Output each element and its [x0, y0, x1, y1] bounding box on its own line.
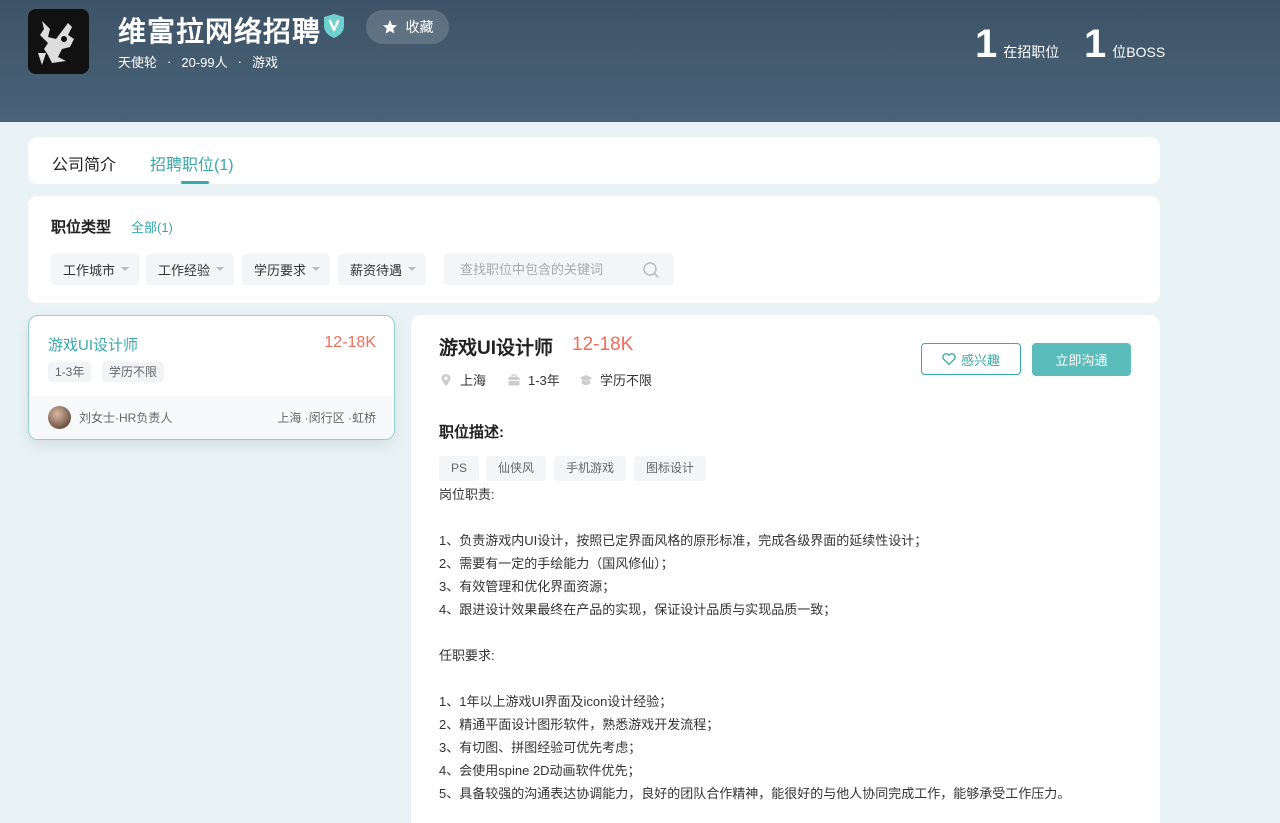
skill-tag: 仙侠风: [486, 456, 547, 481]
industry: 游戏: [251, 55, 278, 70]
job-detail-education-label: 学历不限: [600, 373, 653, 388]
search-icon[interactable]: [642, 261, 660, 279]
tab-active-indicator: [181, 181, 209, 184]
graduation-cap-icon: [579, 374, 593, 385]
company-header: 维富拉网络招聘 收藏 天使轮 · 20-99人 · 游戏 1 在招职位 1 位B…: [0, 0, 1280, 122]
job-detail-experience-label: 1-3年: [528, 373, 560, 388]
job-list-tag: 1-3年: [48, 362, 92, 382]
tab-bar: 公司简介 招聘职位(1): [28, 137, 1160, 184]
description-line: 1、负责游戏内UI设计，按照已定界面风格的原形标准，完成各级界面的延续性设计；: [439, 533, 928, 548]
search-input[interactable]: [444, 254, 634, 285]
chevron-down-icon: [121, 267, 129, 271]
description-line: [439, 667, 1139, 690]
tab-company-intro[interactable]: 公司简介: [52, 151, 116, 175]
funding-stage: 天使轮: [118, 55, 158, 70]
job-detail-title: 游戏UI设计师: [439, 338, 554, 359]
description-line: 2、精通平面设计图形软件，熟悉游戏开发流程；: [439, 717, 720, 732]
job-list-title: 游戏UI设计师: [48, 337, 139, 354]
job-detail-education: 学历不限: [579, 370, 652, 389]
description-line: 4、跟进设计效果最终在产品的实现，保证设计品质与实现品质一致；: [439, 602, 837, 617]
job-detail-experience: 1-3年: [507, 370, 560, 389]
salary-dropdown-label: 薪资待遇: [350, 263, 403, 278]
meta-separator: ·: [167, 54, 172, 69]
company-meta: 天使轮 · 20-99人 · 游戏: [118, 52, 278, 71]
job-list-item[interactable]: 游戏UI设计师 12-18K 1-3年 学历不限 刘女士·HR负责人 上海 ·闵…: [28, 315, 395, 440]
description-line: [439, 506, 1139, 529]
job-list-tag: 学历不限: [102, 362, 165, 382]
city-dropdown-label: 工作城市: [63, 263, 116, 278]
favorite-label: 收藏: [405, 19, 434, 35]
education-dropdown-label: 学历要求: [254, 263, 307, 278]
stat-boss: 1 位BOSS: [1084, 22, 1165, 67]
filter-panel: 职位类型 全部(1) 工作城市 工作经验 学历要求 薪资待遇: [28, 196, 1160, 303]
job-detail-panel: 游戏UI设计师 12-18K 上海 1-3年 学历不限 感兴趣 立即沟通 职位描…: [411, 315, 1160, 823]
recruiter-avatar: [48, 406, 71, 429]
job-detail-city: 上海: [439, 370, 486, 389]
job-list-location: 上海 ·闵行区 ·虹桥: [277, 411, 376, 425]
job-list-footer: 刘女士·HR负责人 上海 ·闵行区 ·虹桥: [29, 395, 394, 439]
description-line: 3、有效管理和优化界面资源；: [439, 579, 616, 594]
stat-boss-label: 位BOSS: [1112, 44, 1166, 60]
tab-jobs[interactable]: 招聘职位(1): [150, 151, 234, 175]
search-box: [444, 254, 674, 285]
company-logo: [28, 9, 89, 74]
company-name: 维富拉网络招聘: [118, 16, 322, 47]
description-line: 5、具备较强的沟通表达协调能力，良好的团队合作精神，能很好的与他人协同完成工作，…: [439, 786, 1071, 801]
stat-boss-count: 1: [1084, 22, 1107, 66]
interest-label: 感兴趣: [960, 352, 1000, 368]
company-size: 20-99人: [181, 55, 228, 70]
chat-now-button[interactable]: 立即沟通: [1032, 343, 1131, 376]
briefcase-icon: [508, 373, 520, 385]
experience-dropdown-label: 工作经验: [158, 263, 211, 278]
education-dropdown[interactable]: 学历要求: [242, 254, 330, 285]
chevron-down-icon: [312, 267, 320, 271]
job-detail-city-label: 上海: [460, 373, 487, 388]
job-list-salary: 12-18K: [324, 334, 376, 351]
heart-icon: [942, 353, 956, 366]
experience-dropdown[interactable]: 工作经验: [146, 254, 234, 285]
location-icon: [441, 373, 451, 386]
verified-icon: [322, 13, 346, 39]
description-line: [439, 621, 1139, 644]
description-line: 3、有切图、拼图经验可优先考虑；: [439, 740, 642, 755]
job-detail-salary: 12-18K: [572, 334, 634, 355]
skill-tag: 图标设计: [634, 456, 707, 481]
star-icon: [382, 20, 397, 34]
skill-tag: 手机游戏: [554, 456, 627, 481]
stat-open-jobs-label: 在招职位: [1003, 44, 1060, 60]
job-description-heading: 职位描述:: [439, 424, 504, 441]
skill-tag: PS: [439, 456, 480, 481]
description-line: 1、1年以上游戏UI界面及icon设计经验；: [439, 694, 673, 709]
salary-dropdown[interactable]: 薪资待遇: [338, 254, 426, 285]
filter-title: 职位类型: [51, 219, 112, 236]
recruiter-name: 刘女士·HR负责人: [79, 411, 173, 425]
stat-open-jobs-count: 1: [975, 22, 998, 66]
chevron-down-icon: [408, 267, 416, 271]
job-description-body: 岗位职责: 1、负责游戏内UI设计，按照已定界面风格的原形标准，完成各级界面的延…: [439, 483, 1139, 805]
interest-button[interactable]: 感兴趣: [921, 343, 1021, 375]
description-line: 岗位职责:: [439, 487, 495, 502]
description-line: 任职要求:: [439, 648, 495, 663]
description-line: 2、需要有一定的手绘能力（国风修仙）；: [439, 556, 674, 571]
filter-all-link[interactable]: 全部(1): [131, 217, 173, 236]
favorite-button[interactable]: 收藏: [366, 10, 449, 44]
city-dropdown[interactable]: 工作城市: [51, 254, 139, 285]
chevron-down-icon: [216, 267, 224, 271]
meta-separator: ·: [237, 54, 242, 69]
stat-open-jobs: 1 在招职位: [975, 22, 1059, 67]
description-line: 4、会使用spine 2D动画软件优先；: [439, 763, 641, 778]
